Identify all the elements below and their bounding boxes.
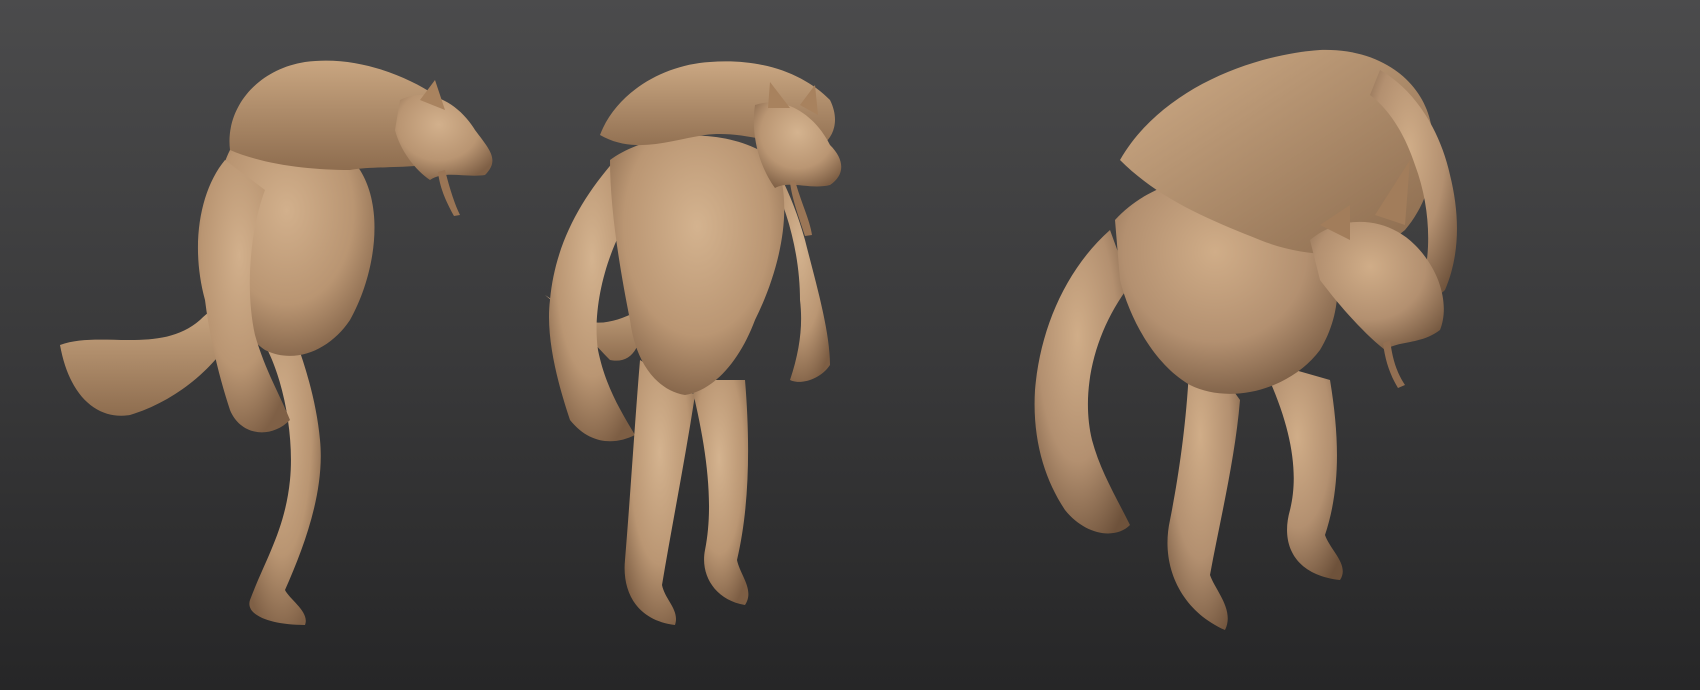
werewolf-side-view [40,0,510,690]
werewolf-front-view [500,0,940,690]
werewolf-front-view-icon [545,61,842,625]
render-viewport [0,0,1700,690]
werewolf-perspective-view-icon [1034,49,1457,630]
werewolf-perspective-view [1020,0,1620,690]
werewolf-side-view-icon [60,60,493,625]
sculpt-scene [0,0,1700,690]
